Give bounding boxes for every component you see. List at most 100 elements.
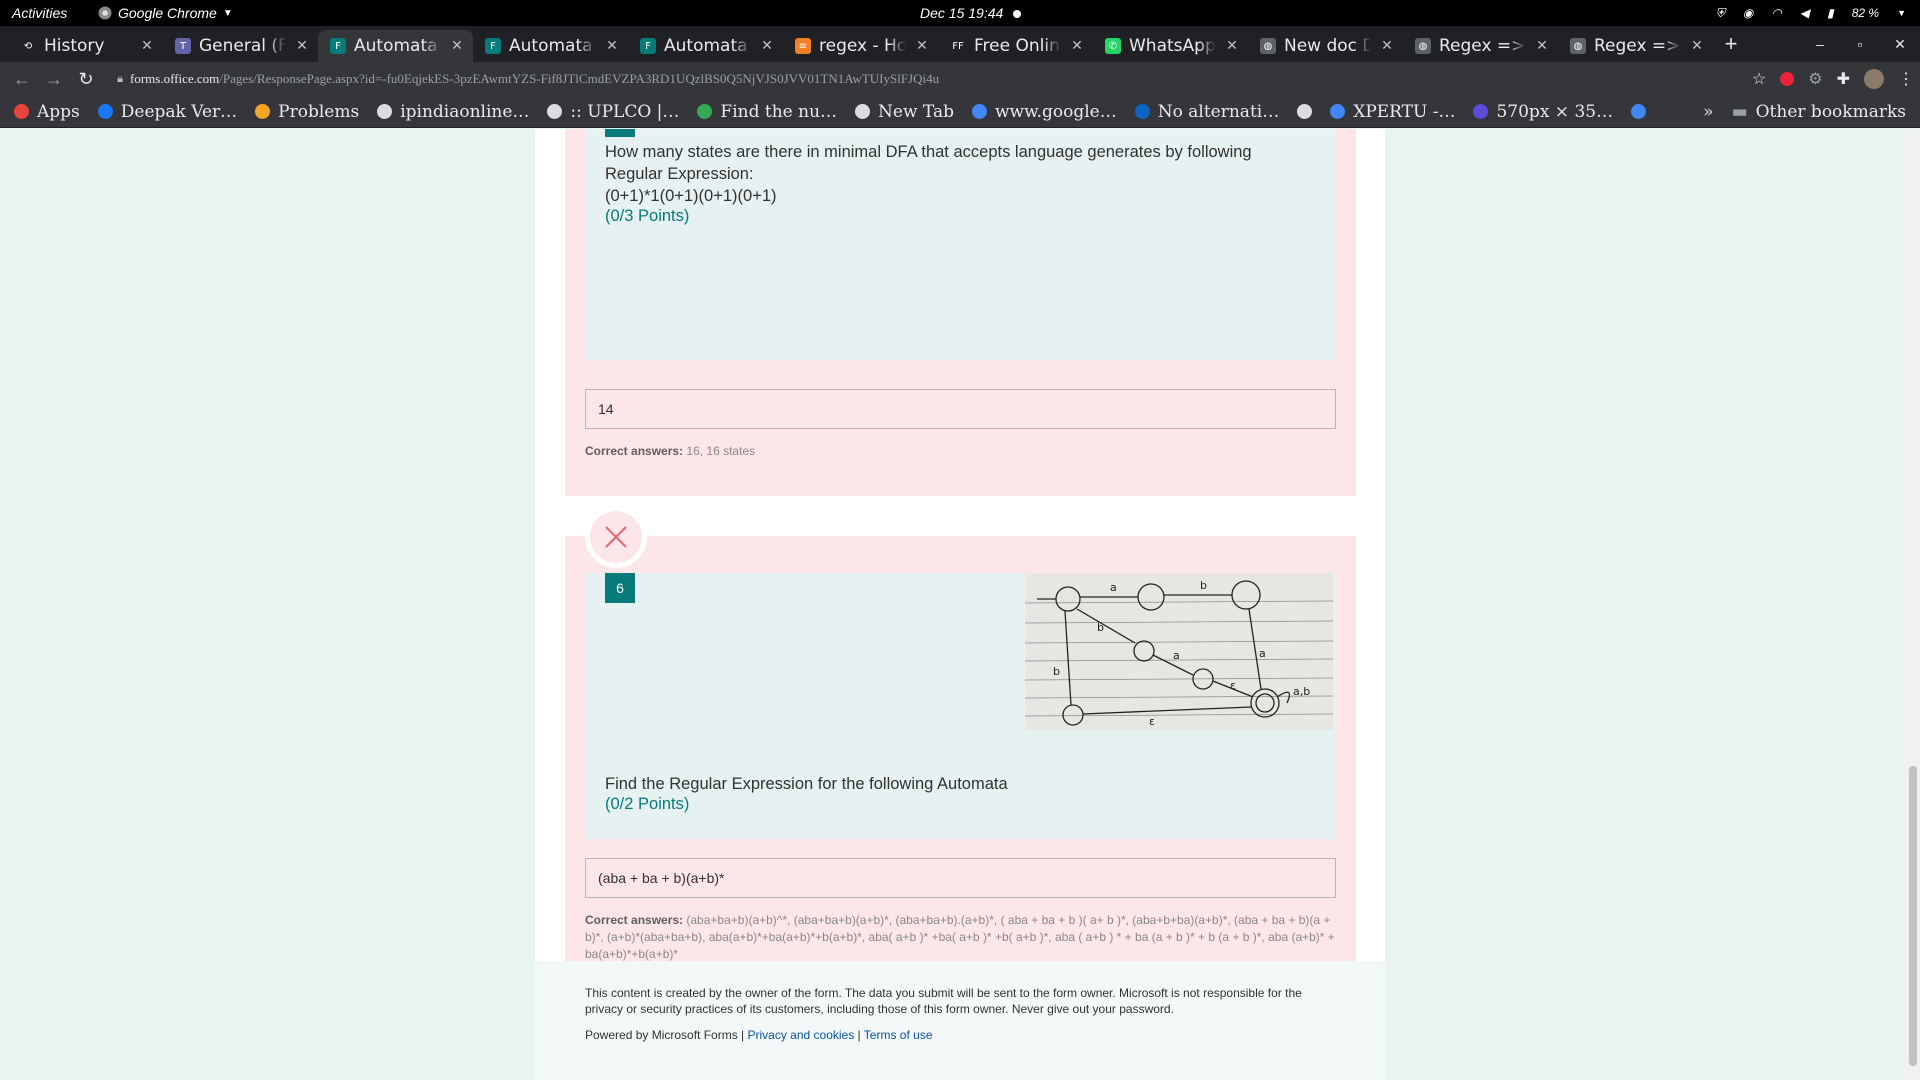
bookmark-label: Apps [37, 101, 80, 122]
bookmark-item[interactable]: www.google… [971, 102, 1117, 122]
close-window-button[interactable]: ✕ [1880, 36, 1920, 53]
shield-icon: ⛨ [1715, 5, 1725, 20]
address-bar[interactable]: 🔒︎ forms.office.com/Pages/ResponsePage.a… [110, 66, 1756, 92]
clock[interactable]: Dec 15 19:44 [920, 5, 1022, 21]
privacy-link[interactable]: Privacy and cookies [748, 1028, 855, 1042]
close-tab-icon[interactable]: ✕ [759, 38, 775, 54]
bookmark-item[interactable]: ipindiaonline… [377, 102, 529, 122]
bookmark-item[interactable] [1297, 104, 1313, 119]
browser-tab[interactable]: FF Free Online ✕ [938, 30, 1093, 62]
whatsapp-icon: ✆ [1105, 38, 1121, 54]
svg-text:b: b [1200, 579, 1207, 592]
correct-answers-label: Correct answers: [585, 444, 684, 458]
form-card: How many states are there in minimal DFA… [535, 129, 1385, 1080]
close-tab-icon[interactable]: ✕ [139, 38, 155, 54]
profile-avatar[interactable] [1864, 69, 1884, 89]
tab-label: regex - How [819, 36, 906, 56]
tab-label: Automata Q [664, 36, 751, 56]
terms-link[interactable]: Terms of use [864, 1028, 933, 1042]
browser-tab[interactable]: ◍ Regex => N ✕ [1403, 30, 1558, 62]
browser-tab[interactable]: T General (Fl ✕ [163, 30, 318, 62]
bookmark-favicon-icon [14, 104, 29, 119]
new-tab-button[interactable]: + [1713, 31, 1749, 57]
question-text-line: Regular Expression: [605, 165, 754, 183]
close-tab-icon[interactable]: ✕ [449, 38, 465, 54]
tab-label: Free Online [974, 36, 1061, 56]
svg-text:ε: ε [1230, 679, 1236, 692]
question-number-badge [605, 129, 635, 137]
reload-button[interactable]: ↻ [70, 69, 102, 90]
bookmark-item[interactable]: Deepak Ver… [97, 102, 237, 122]
footer-links: Powered by Microsoft Forms | Privacy and… [585, 1027, 1335, 1043]
browser-tab[interactable]: F Automata Q ✕ [628, 30, 783, 62]
browser-tab[interactable]: ✆ WhatsApp ✕ [1093, 30, 1248, 62]
activities-button[interactable]: Activities [12, 5, 67, 21]
close-tab-icon[interactable]: ✕ [1069, 38, 1085, 54]
scrollbar-thumb[interactable] [1909, 766, 1917, 1066]
bookmark-item[interactable]: New Tab [855, 102, 954, 122]
bookmark-favicon-icon [1631, 104, 1647, 119]
bookmark-item[interactable]: Problems [255, 102, 359, 122]
app-menu[interactable]: Google Chrome ▼ [98, 5, 233, 21]
menu-kebab-icon[interactable]: ⋮ [1898, 69, 1914, 89]
close-tab-icon[interactable]: ✕ [604, 38, 620, 54]
correct-answers: Correct answers: 16, 16 states [585, 443, 1336, 460]
bookmark-label: 570px × 35… [1496, 101, 1614, 122]
svg-text:a: a [1173, 649, 1180, 662]
browser-tab[interactable]: ◍ Regex => N ✕ [1558, 30, 1713, 62]
system-tray[interactable]: ⛨ ◉ ◠ ◀ ▮ 82 % ▼ [1716, 6, 1906, 21]
extensions-puzzle-icon[interactable]: ✚ [1837, 69, 1850, 89]
url-path: /Pages/ResponsePage.aspx?id=-fu0EqjekES-… [219, 71, 940, 86]
tab-label: Automata Q [509, 36, 596, 56]
extension-icon[interactable]: ⚙ [1808, 69, 1822, 89]
minimize-button[interactable]: – [1800, 36, 1840, 52]
question-prompt-6: 6 a b b a ε a a,b b ε Find the Regular E… [585, 573, 1336, 839]
bookmark-favicon-icon [97, 104, 113, 119]
page-scrollbar[interactable] [1905, 129, 1920, 1080]
bookmark-item[interactable]: No alternati… [1134, 102, 1279, 122]
bookmark-item[interactable]: 570px × 35… [1473, 102, 1613, 122]
bookmark-label: :: UPLCO |… [570, 101, 680, 122]
powered-by: Powered by Microsoft Forms | [585, 1028, 748, 1042]
bookmark-label: ipindiaonline… [400, 101, 530, 122]
back-button[interactable]: ← [6, 69, 38, 90]
close-tab-icon[interactable]: ✕ [1534, 38, 1550, 54]
close-tab-icon[interactable]: ✕ [1379, 38, 1395, 54]
close-tab-icon[interactable]: ✕ [294, 38, 310, 54]
globe-icon: ◍ [1260, 38, 1276, 54]
forward-button[interactable]: → [38, 69, 70, 90]
bookmark-item[interactable] [1631, 104, 1647, 119]
history-icon: ⟲ [23, 40, 33, 52]
answer-field[interactable]: 14 [585, 389, 1336, 429]
close-tab-icon[interactable]: ✕ [1689, 38, 1705, 54]
question-points: (0/3 Points) [605, 207, 690, 225]
browser-tab[interactable]: ≡ regex - How ✕ [783, 30, 938, 62]
bookmark-label: New Tab [878, 101, 954, 122]
more-bookmarks-icon[interactable]: » [1703, 102, 1713, 122]
tab-label: Regex => N [1594, 36, 1681, 56]
forms-icon: F [485, 38, 501, 54]
close-tab-icon[interactable]: ✕ [914, 38, 930, 54]
browser-tab[interactable]: ⟲ History ✕ [8, 30, 163, 62]
correct-answers-values: (aba+ba+b)(a+b)^*, (aba+ba+b)(a+b)*, (ab… [585, 913, 1335, 961]
bookmark-item[interactable]: XPERTU -… [1330, 102, 1455, 122]
tab-strip: ⟲ History ✕ T General (Fl ✕ F Automata Q ✕ F Autom… [0, 26, 1920, 62]
bookmark-star-icon[interactable]: ☆ [1752, 69, 1766, 89]
chevron-down-icon: ▼ [222, 7, 233, 19]
bookmark-item[interactable]: Apps [14, 102, 80, 122]
bookmark-favicon-icon [255, 104, 271, 119]
close-tab-icon[interactable]: ✕ [1224, 38, 1240, 54]
maximize-button[interactable]: ▫ [1840, 36, 1880, 52]
browser-tab[interactable]: F Automata Q ✕ [473, 30, 628, 62]
extension-red-icon[interactable] [1780, 72, 1795, 86]
clock-label: Dec 15 19:44 [920, 5, 1004, 21]
browser-tab[interactable]: ◍ New doc D ✕ [1248, 30, 1403, 62]
browser-tab[interactable]: F Automata Q ✕ [318, 30, 473, 62]
other-bookmarks[interactable]: ▬ Other bookmarks [1732, 102, 1906, 122]
bookmark-item[interactable]: Find the nu… [697, 102, 837, 122]
answer-field[interactable]: (aba + ba + b)(a+b)* [585, 858, 1336, 898]
question-text: Find the Regular Expression for the foll… [605, 775, 1008, 793]
incorrect-mark [585, 506, 647, 568]
bookmark-item[interactable]: :: UPLCO |… [547, 102, 679, 122]
correct-answers-label: Correct answers: [585, 913, 684, 927]
